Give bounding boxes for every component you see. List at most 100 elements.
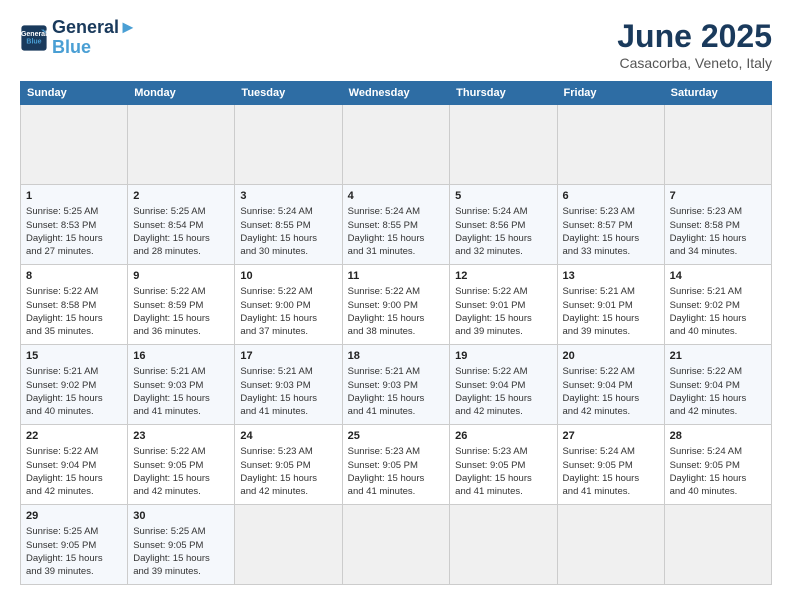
day-number: 8 (26, 269, 122, 284)
header-sunday: Sunday (21, 82, 128, 105)
table-row: 25Sunrise: 5:23 AMSunset: 9:05 PMDayligh… (342, 425, 450, 505)
table-row (342, 105, 450, 185)
day-info: Sunrise: 5:22 AMSunset: 9:05 PMDaylight:… (133, 446, 210, 497)
day-number: 11 (348, 269, 445, 284)
table-row: 26 Sunrise: 5:23 AMSunset: 9:05 PMDayligh… (450, 425, 557, 505)
table-row: 19Sunrise: 5:22 AMSunset: 9:04 PMDayligh… (450, 345, 557, 425)
table-row: 23Sunrise: 5:22 AMSunset: 9:05 PMDayligh… (128, 425, 235, 505)
table-row: 16Sunrise: 5:21 AMSunset: 9:03 PMDayligh… (128, 345, 235, 425)
calendar-subtitle: Casacorba, Veneto, Italy (617, 55, 772, 71)
table-row: 7 Sunrise: 5:23 AMSunset: 8:58 PMDaylight… (664, 185, 771, 265)
calendar-header-row: Sunday Monday Tuesday Wednesday Thursday… (21, 82, 772, 105)
logo: General Blue General►Blue (20, 18, 137, 58)
calendar-table: Sunday Monday Tuesday Wednesday Thursday… (20, 81, 772, 585)
header-friday: Friday (557, 82, 664, 105)
table-row: 2Sunrise: 5:25 AMSunset: 8:54 PMDaylight… (128, 185, 235, 265)
day-number: 3 (240, 189, 336, 204)
day-number: 6 (563, 189, 659, 204)
day-info: Sunrise: 5:23 AMSunset: 9:05 PMDaylight:… (348, 446, 425, 497)
table-row: 1Sunrise: 5:25 AMSunset: 8:53 PMDaylight… (21, 185, 128, 265)
day-number: 4 (348, 189, 445, 204)
table-row: 29Sunrise: 5:25 AMSunset: 9:05 PMDayligh… (21, 505, 128, 585)
day-number: 24 (240, 429, 336, 444)
day-info: Sunrise: 5:25 AMSunset: 9:05 PMDaylight:… (133, 526, 210, 577)
calendar-week-row: 1Sunrise: 5:25 AMSunset: 8:53 PMDaylight… (21, 185, 772, 265)
table-row: 28 Sunrise: 5:24 AMSunset: 9:05 PMDayligh… (664, 425, 771, 505)
calendar-title: June 2025 (617, 18, 772, 55)
calendar-week-row: 29 Sunrise: 5:25 AMSunset: 9:05 PMDayligh… (21, 505, 772, 585)
day-number: 28 (670, 429, 766, 444)
header-wednesday: Wednesday (342, 82, 450, 105)
day-info: Sunrise: 5:23 AMSunset: 9:05 PMDaylight:… (240, 446, 317, 497)
day-info: Sunrise: 5:22 AMSunset: 8:59 PMDaylight:… (133, 286, 210, 337)
day-info: Sunrise: 5:24 AMSunset: 8:55 PMDaylight:… (240, 206, 317, 257)
day-info: Sunrise: 5:22 AMSunset: 9:00 PMDaylight:… (348, 286, 425, 337)
table-row: 24 Sunrise: 5:23 AMSunset: 9:05 PMDayligh… (235, 425, 342, 505)
day-number: 21 (670, 349, 766, 364)
day-info: Sunrise: 5:21 AMSunset: 9:02 PMDaylight:… (670, 286, 747, 337)
day-info: Sunrise: 5:24 AMSunset: 8:55 PMDaylight:… (348, 206, 425, 257)
day-number: 10 (240, 269, 336, 284)
page: General Blue General►Blue June 2025 Casa… (0, 0, 792, 612)
day-info: Sunrise: 5:23 AMSunset: 8:57 PMDaylight:… (563, 206, 640, 257)
day-number: 26 (455, 429, 551, 444)
day-number: 16 (133, 349, 229, 364)
table-row: 3 Sunrise: 5:24 AMSunset: 8:55 PMDaylight… (235, 185, 342, 265)
day-number: 7 (670, 189, 766, 204)
header-saturday: Saturday (664, 82, 771, 105)
header-thursday: Thursday (450, 82, 557, 105)
day-number: 14 (670, 269, 766, 284)
table-row: 30Sunrise: 5:25 AMSunset: 9:05 PMDayligh… (128, 505, 235, 585)
table-row (21, 105, 128, 185)
table-row (450, 105, 557, 185)
day-info: Sunrise: 5:24 AMSunset: 9:05 PMDaylight:… (563, 446, 640, 497)
day-info: Sunrise: 5:24 AMSunset: 9:05 PMDaylight:… (670, 446, 747, 497)
day-number: 15 (26, 349, 122, 364)
table-row: 11 Sunrise: 5:22 AMSunset: 9:00 PMDayligh… (342, 265, 450, 345)
day-number: 29 (26, 509, 122, 524)
table-row: 4 Sunrise: 5:24 AMSunset: 8:55 PMDaylight… (342, 185, 450, 265)
table-row: 12 Sunrise: 5:22 AMSunset: 9:01 PMDayligh… (450, 265, 557, 345)
calendar-week-row: 22Sunrise: 5:22 AMSunset: 9:04 PMDayligh… (21, 425, 772, 505)
day-number: 17 (240, 349, 336, 364)
day-number: 19 (455, 349, 551, 364)
table-row (664, 105, 771, 185)
day-info: Sunrise: 5:21 AMSunset: 9:01 PMDaylight:… (563, 286, 640, 337)
day-number: 12 (455, 269, 551, 284)
day-info: Sunrise: 5:25 AMSunset: 8:53 PMDaylight:… (26, 206, 103, 257)
day-number: 5 (455, 189, 551, 204)
day-info: Sunrise: 5:22 AMSunset: 8:58 PMDaylight:… (26, 286, 103, 337)
table-row (557, 505, 664, 585)
day-info: Sunrise: 5:22 AMSunset: 9:04 PMDaylight:… (670, 366, 747, 417)
table-row: 15 Sunrise: 5:21 AMSunset: 9:02 PMDayligh… (21, 345, 128, 425)
logo-text: General►Blue (52, 18, 137, 58)
table-row: 27 Sunrise: 5:24 AMSunset: 9:05 PMDayligh… (557, 425, 664, 505)
table-row (128, 105, 235, 185)
day-number: 27 (563, 429, 659, 444)
logo-icon: General Blue (20, 24, 48, 52)
calendar-week-row: 8 Sunrise: 5:22 AMSunset: 8:58 PMDaylight… (21, 265, 772, 345)
header-tuesday: Tuesday (235, 82, 342, 105)
header-monday: Monday (128, 82, 235, 105)
calendar-week-row: 15 Sunrise: 5:21 AMSunset: 9:02 PMDayligh… (21, 345, 772, 425)
day-info: Sunrise: 5:22 AMSunset: 9:01 PMDaylight:… (455, 286, 532, 337)
svg-text:Blue: Blue (26, 38, 41, 45)
table-row: 17Sunrise: 5:21 AMSunset: 9:03 PMDayligh… (235, 345, 342, 425)
day-info: Sunrise: 5:21 AMSunset: 9:02 PMDaylight:… (26, 366, 103, 417)
day-info: Sunrise: 5:23 AMSunset: 9:05 PMDaylight:… (455, 446, 532, 497)
day-number: 9 (133, 269, 229, 284)
table-row (342, 505, 450, 585)
day-number: 2 (133, 189, 229, 204)
calendar-week-row (21, 105, 772, 185)
table-row (557, 105, 664, 185)
day-info: Sunrise: 5:22 AMSunset: 9:04 PMDaylight:… (563, 366, 640, 417)
table-row: 10Sunrise: 5:22 AMSunset: 9:00 PMDayligh… (235, 265, 342, 345)
table-row: 22Sunrise: 5:22 AMSunset: 9:04 PMDayligh… (21, 425, 128, 505)
title-block: June 2025 Casacorba, Veneto, Italy (617, 18, 772, 71)
header: General Blue General►Blue June 2025 Casa… (20, 18, 772, 71)
table-row (664, 505, 771, 585)
day-info: Sunrise: 5:22 AMSunset: 9:04 PMDaylight:… (26, 446, 103, 497)
day-info: Sunrise: 5:24 AMSunset: 8:56 PMDaylight:… (455, 206, 532, 257)
day-info: Sunrise: 5:23 AMSunset: 8:58 PMDaylight:… (670, 206, 747, 257)
table-row: 14 Sunrise: 5:21 AMSunset: 9:02 PMDayligh… (664, 265, 771, 345)
